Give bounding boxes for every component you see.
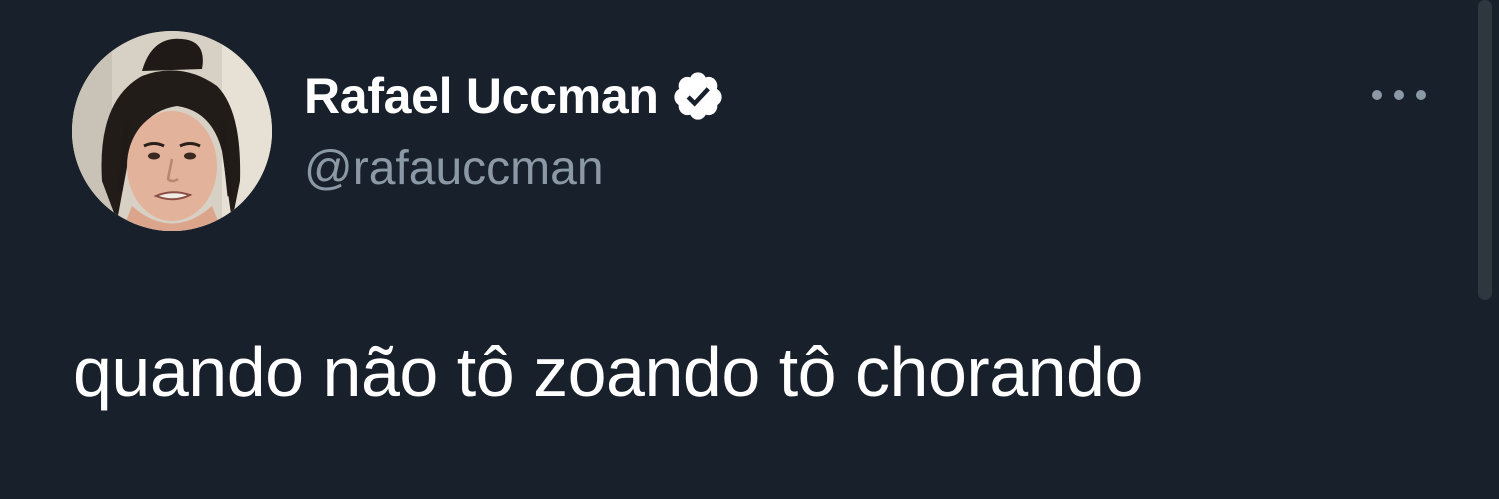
more-horizontal-icon: [1372, 90, 1382, 100]
tweet-card: Rafael Uccman @rafauccman quando não tô …: [0, 0, 1499, 499]
verified-badge-icon: [671, 69, 725, 123]
scrollbar[interactable]: [1478, 0, 1492, 300]
more-horizontal-icon: [1394, 90, 1404, 100]
user-handle[interactable]: @rafauccman: [304, 141, 604, 196]
display-name[interactable]: Rafael Uccman: [304, 67, 659, 125]
more-options-button[interactable]: [1368, 78, 1430, 112]
avatar[interactable]: [72, 31, 272, 231]
tweet-text: quando não tô zoando tô chorando: [73, 333, 1143, 411]
more-horizontal-icon: [1416, 90, 1426, 100]
author-name-row[interactable]: Rafael Uccman: [304, 66, 725, 126]
avatar-image: [72, 31, 272, 231]
